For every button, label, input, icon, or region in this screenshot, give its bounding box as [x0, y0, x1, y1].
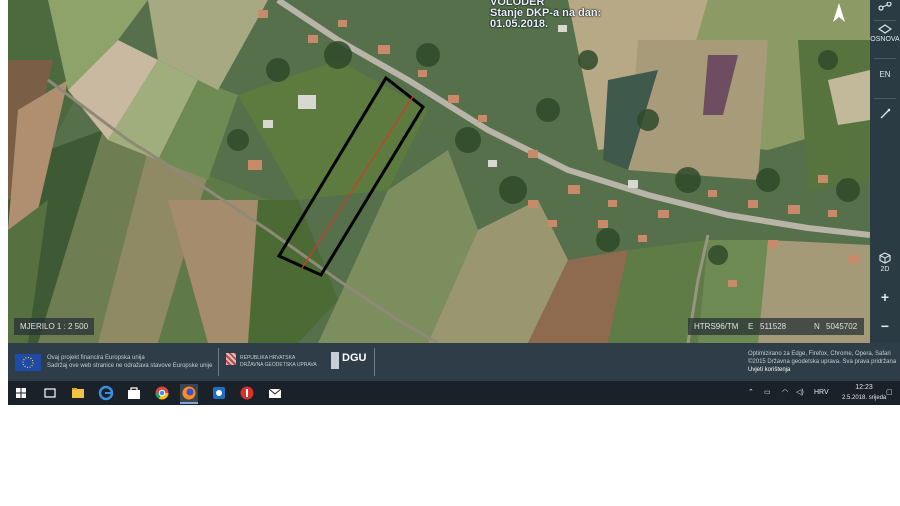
tray-chevron-icon[interactable]: ⌃: [748, 381, 754, 405]
tray-wifi-icon[interactable]: ◠: [782, 381, 788, 405]
mail-icon: [268, 388, 282, 398]
north-arrow-icon: [833, 3, 845, 22]
footer-divider: [218, 348, 219, 376]
northing-label: N: [814, 322, 820, 331]
tray-volume-icon[interactable]: ◁): [796, 381, 804, 405]
crs-label: HTRS96/TM: [694, 322, 739, 331]
toolbar-divider: [874, 20, 896, 21]
share-button[interactable]: [870, 0, 900, 18]
zoom-in-button[interactable]: +: [870, 289, 900, 305]
aerial-map[interactable]: VOLODER Stanje DKP-a na dan: 01.05.2018.…: [8, 0, 870, 343]
measure-button[interactable]: [870, 108, 900, 124]
chrome-icon: [155, 386, 169, 400]
firefox-icon: [182, 386, 196, 400]
taskbar-store[interactable]: [125, 384, 143, 402]
site-footer: Ovaj projekt financira Europska unija Sa…: [8, 343, 900, 381]
toolbar-divider: [874, 58, 896, 59]
easting-value: 511528: [760, 322, 787, 331]
map-title: VOLODER Stanje DKP-a na dan: 01.05.2018.: [490, 0, 601, 30]
measure-icon: [880, 108, 891, 119]
basemap-label: OSNOVA: [870, 36, 900, 43]
clock-time: 12:23: [855, 384, 873, 391]
language-button[interactable]: EN: [870, 70, 900, 86]
action-center-icon[interactable]: ▢: [886, 381, 893, 405]
eu-notice-line2: Sadržaj ove web stranice ne odražava sta…: [47, 363, 213, 369]
taskbar-file-explorer[interactable]: [69, 384, 87, 402]
dgu-logo-icon: [331, 352, 339, 369]
terms-link[interactable]: Uvjeti korištenja: [748, 366, 790, 374]
copyright-text: ©2015 Državna geodetska uprava. Sva prav…: [748, 359, 897, 365]
start-button[interactable]: [12, 384, 30, 402]
northing-value: 5045702: [826, 322, 858, 331]
screen: VOLODER Stanje DKP-a na dan: 01.05.2018.…: [8, 0, 900, 405]
orthophoto: [8, 0, 870, 343]
taskbar-firefox[interactable]: [180, 384, 198, 404]
map-toolbar: OSNOVA EN 2D + −: [870, 0, 900, 343]
taskbar-chrome[interactable]: [153, 384, 171, 402]
coordinate-readout: HTRS96/TM E 511528 N 5045702: [688, 318, 864, 335]
easting-label: E: [748, 322, 754, 331]
folder-icon: [72, 388, 84, 398]
footer-divider: [374, 348, 375, 376]
dgu-logo-text[interactable]: DGU: [342, 352, 366, 364]
task-view-button[interactable]: [41, 384, 59, 402]
task-view-icon: [44, 388, 56, 398]
gov-name-line2: DRŽAVNA GEODETSKA UPRAVA: [240, 362, 317, 368]
taskbar-edge[interactable]: [97, 384, 115, 402]
taskbar-mail[interactable]: [266, 384, 284, 402]
app-blue-icon: [213, 387, 225, 399]
clock-date: 2.5.2018. srijeda: [842, 395, 887, 401]
tray-clock[interactable]: 12:23 2.5.2018. srijeda: [842, 384, 886, 402]
view-mode-label: 2D: [880, 266, 890, 273]
eu-flag-icon: [15, 354, 41, 371]
croatia-coat-of-arms-icon: [226, 353, 236, 365]
map-title-date: 01.05.2018.: [490, 18, 549, 30]
basemap-button[interactable]: OSNOVA: [870, 24, 900, 54]
store-bag-icon: [128, 387, 140, 399]
edge-icon: [98, 385, 114, 401]
tray-network-icon[interactable]: ▭: [764, 381, 771, 405]
layers-icon: [877, 24, 893, 34]
windows-taskbar: ⌃ ▭ ◠ ◁) HRV 12:23 2.5.2018. srijeda ▢: [8, 381, 900, 405]
windows-logo-icon: [16, 388, 26, 398]
share-icon: [878, 1, 892, 11]
tray-language[interactable]: HRV: [814, 381, 829, 405]
taskbar-app-blue[interactable]: [210, 384, 228, 402]
toolbar-divider: [874, 98, 896, 99]
view-mode-button[interactable]: 2D: [870, 252, 900, 280]
browser-support-note: Optimizirano za Edge, Firefox, Chrome, O…: [748, 351, 891, 357]
scale-indicator: MJERILO 1 : 2 500: [14, 318, 95, 335]
zoom-out-button[interactable]: −: [870, 318, 900, 334]
cube-icon: [879, 252, 891, 264]
app-red-icon: [240, 386, 254, 400]
eu-notice-line1: Ovaj projekt financira Europska unija: [47, 355, 145, 361]
taskbar-app-red[interactable]: [238, 384, 256, 402]
